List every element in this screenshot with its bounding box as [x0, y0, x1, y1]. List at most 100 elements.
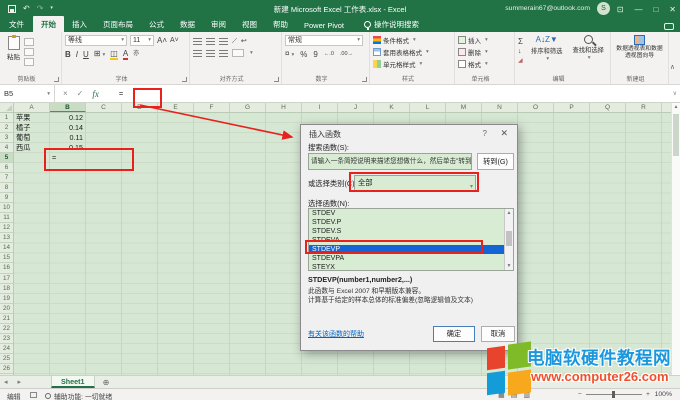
cell-A4[interactable]: 西瓜 — [14, 143, 49, 153]
cell-B3[interactable]: 0.11 — [50, 133, 85, 143]
wrap-text-icon[interactable]: ↩ — [241, 37, 247, 46]
row-header-26[interactable]: 26 — [0, 364, 13, 374]
formula-content[interactable]: = — [107, 89, 123, 98]
pivot-wizard-button[interactable]: 数据透视表和数据透视图向导 — [614, 35, 665, 59]
column-header-H[interactable]: H — [266, 103, 302, 112]
row-header-9[interactable]: 9 — [0, 193, 13, 203]
row-header-13[interactable]: 13 — [0, 233, 13, 243]
page-layout-view-icon[interactable]: ▤ — [511, 391, 518, 399]
alignment-dialog-launcher-icon[interactable] — [274, 77, 279, 82]
category-dropdown[interactable]: 全部 ▾ — [354, 175, 476, 191]
row-header-10[interactable]: 10 — [0, 203, 13, 213]
autosum-icon[interactable]: Σ — [518, 37, 523, 46]
macro-record-icon[interactable] — [30, 392, 37, 398]
format-cells-button[interactable]: 格式▾ — [458, 59, 511, 69]
cancel-entry-icon[interactable]: × — [63, 89, 68, 98]
cell-A1[interactable]: 苹果 — [14, 113, 49, 123]
tab-视图[interactable]: 视图 — [234, 16, 265, 32]
row-header-3[interactable]: 3 — [0, 133, 13, 143]
column-header-L[interactable]: L — [410, 103, 446, 112]
redo-icon[interactable]: ↷ — [37, 3, 44, 14]
column-header-P[interactable]: P — [554, 103, 590, 112]
row-header-7[interactable]: 7 — [0, 173, 13, 183]
cell-B5[interactable]: = — [50, 153, 85, 163]
column-header-G[interactable]: G — [230, 103, 266, 112]
align-right-icon[interactable] — [219, 50, 228, 57]
tab-帮助[interactable]: 帮助 — [265, 16, 296, 32]
column-header-E[interactable]: E — [158, 103, 194, 112]
zoom-out-icon[interactable]: − — [578, 391, 582, 398]
select-all-corner[interactable] — [0, 103, 14, 113]
row-header-17[interactable]: 17 — [0, 274, 13, 284]
row-header-20[interactable]: 20 — [0, 304, 13, 314]
function-item-STDEV.P[interactable]: STDEV.P — [309, 218, 504, 227]
column-header-R[interactable]: R — [626, 103, 662, 112]
ribbon-display-options-icon[interactable]: ⊡ — [617, 5, 624, 14]
italic-button[interactable]: I — [76, 50, 78, 59]
column-header-M[interactable]: M — [446, 103, 482, 112]
ok-button[interactable]: 确定 — [433, 326, 475, 342]
list-scroll-up-icon[interactable]: ▲ — [505, 209, 513, 217]
function-item-STDEV[interactable]: STDEV — [309, 209, 504, 218]
name-box[interactable]: B5 ▾ — [0, 85, 55, 102]
tell-me-search[interactable]: 操作说明搜索 — [364, 19, 419, 32]
row-header-4[interactable]: 4 — [0, 143, 13, 153]
function-item-STDEVP[interactable]: STDEVP — [309, 245, 504, 254]
sort-filter-button[interactable]: A↓Z▼ 排序和筛选 ▾ — [529, 35, 564, 66]
find-select-button[interactable]: 查找和选择 ▾ — [570, 35, 605, 66]
function-help-link[interactable]: 有关该函数的帮助 — [308, 329, 364, 339]
sheet-tab-sheet1[interactable]: Sheet1 — [51, 376, 95, 388]
delete-cells-button[interactable]: 删除▾ — [458, 47, 511, 57]
cell-B2[interactable]: 0.14 — [50, 123, 85, 133]
decrease-decimal-icon[interactable]: .00→ — [340, 50, 353, 59]
tab-插入[interactable]: 插入 — [64, 16, 95, 32]
merge-center-icon[interactable] — [232, 49, 244, 57]
enter-entry-icon[interactable]: ✓ — [77, 89, 84, 98]
column-header-Q[interactable]: Q — [590, 103, 626, 112]
page-break-view-icon[interactable]: ▥ — [523, 391, 530, 399]
insert-function-icon[interactable]: fx — [92, 89, 99, 99]
align-bottom-icon[interactable] — [219, 38, 228, 45]
function-item-STDEV.S[interactable]: STDEV.S — [309, 227, 504, 236]
phonetic-icon[interactable]: 亦 — [133, 50, 139, 59]
tab-公式[interactable]: 公式 — [141, 16, 172, 32]
column-header-B[interactable]: B — [50, 103, 86, 112]
align-center-icon[interactable] — [206, 50, 215, 57]
column-header-D[interactable]: D — [122, 103, 158, 112]
cell-A3[interactable]: 葡萄 — [14, 133, 49, 143]
fill-icon[interactable]: ↓ — [518, 47, 523, 56]
list-scrollbar-thumb[interactable] — [506, 231, 512, 246]
comma-style-icon[interactable]: 9 — [313, 50, 317, 59]
tab-数据[interactable]: 数据 — [172, 16, 203, 32]
tab-页面布局[interactable]: 页面布局 — [95, 16, 141, 32]
avatar[interactable]: S — [597, 2, 610, 15]
number-format-select[interactable]: 常规▾ — [285, 35, 363, 46]
dialog-close-icon[interactable]: ✕ — [500, 128, 508, 139]
function-list-scrollbar[interactable]: ▲ ▼ — [504, 209, 513, 270]
expand-formula-bar-icon[interactable]: ∨ — [673, 90, 677, 97]
row-header-2[interactable]: 2 — [0, 123, 13, 133]
row-header-19[interactable]: 19 — [0, 294, 13, 304]
percent-style-icon[interactable]: % — [300, 50, 307, 59]
clipboard-dialog-launcher-icon[interactable] — [54, 77, 59, 82]
collapse-ribbon-icon[interactable]: ∧ — [670, 63, 675, 71]
vertical-scrollbar-thumb[interactable] — [673, 114, 679, 156]
insert-cells-button[interactable]: 插入▾ — [458, 35, 511, 45]
row-header-25[interactable]: 25 — [0, 354, 13, 364]
column-header-J[interactable]: J — [338, 103, 374, 112]
column-header-N[interactable]: N — [482, 103, 518, 112]
zoom-level[interactable]: 100% — [655, 391, 672, 398]
increase-font-icon[interactable]: A˄ — [157, 36, 167, 45]
sheet-nav-arrows-icon[interactable]: ◂ ▸ — [0, 378, 29, 386]
add-sheet-icon[interactable]: ⊕ — [103, 378, 110, 387]
dialog-help-icon[interactable]: ? — [483, 129, 487, 138]
font-dialog-launcher-icon[interactable] — [182, 77, 187, 82]
vertical-scrollbar[interactable]: ▲ — [671, 103, 680, 375]
zoom-slider-thumb[interactable] — [612, 391, 615, 398]
tab-审阅[interactable]: 审阅 — [203, 16, 234, 32]
decrease-font-icon[interactable]: A˅ — [170, 36, 179, 45]
align-left-icon[interactable] — [193, 50, 202, 57]
column-header-I[interactable]: I — [302, 103, 338, 112]
cancel-button[interactable]: 取消 — [481, 326, 515, 342]
undo-icon[interactable]: ↶ — [23, 3, 30, 14]
